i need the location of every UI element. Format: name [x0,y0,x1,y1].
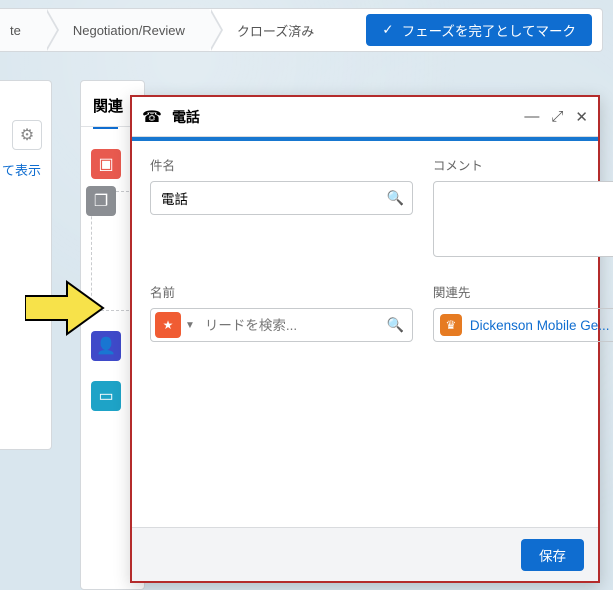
subject-field: 件名 🔍 [150,155,413,262]
name-input[interactable] [195,318,412,333]
modal-title: 電話 [172,107,200,127]
chevron-down-icon[interactable]: ▼ [185,320,195,331]
comment-label: コメント [433,159,483,173]
related-field: 関連先 ♛ Dickenson Mobile Ge... ✕ [433,282,613,342]
check-icon: ✓ [382,22,393,38]
name-label: 名前 [150,286,175,300]
name-input-wrap[interactable]: ★ ▼ 🔍 [150,308,413,342]
phase-stage-label: クローズ済み [237,21,314,40]
settings-button[interactable]: ⚙ [12,120,42,150]
subject-input-wrap[interactable]: 🔍 [150,181,413,215]
phase-stage-label: te [10,23,21,38]
bag-icon: ▣ [98,154,113,174]
modal-titlebar: ☎ 電話 — ⤢ ✕ [132,97,598,137]
lead-type-icon[interactable]: ★ [155,312,181,338]
comment-field: コメント [433,155,613,262]
copy-icon: ❐ [94,191,108,211]
mark-phase-complete-button[interactable]: ✓ フェーズを完了としてマーク [366,14,592,46]
calendar-icon: ▭ [98,386,113,406]
subject-label: 件名 [150,159,175,173]
phase-stage-label: Negotiation/Review [73,23,185,38]
close-button[interactable]: ✕ [575,108,588,126]
name-field: 名前 ★ ▼ 🔍 [150,282,413,342]
person-icon: 👤 [96,336,116,356]
expand-button[interactable]: ⤢ [551,108,563,126]
related-label: 関連先 [433,286,471,300]
task-tile[interactable]: ▣ [91,149,121,179]
phase-stage-quote[interactable]: te [0,9,45,51]
opportunity-icon: ♛ [440,314,462,336]
search-icon[interactable]: 🔍 [386,190,403,207]
phase-path-bar: te Negotiation/Review クローズ済み ✓ フェーズを完了とし… [0,8,603,52]
related-header-underline [93,127,118,129]
save-button[interactable]: 保存 [521,539,584,571]
crown-icon: ♛ [446,318,457,332]
copy-tile[interactable]: ❐ [86,186,116,216]
phase-stage-negotiation[interactable]: Negotiation/Review [45,9,209,51]
comment-textarea[interactable] [433,181,613,257]
phone-icon: ☎ [142,107,162,127]
call-log-modal: ☎ 電話 — ⤢ ✕ 件名 🔍 コメント 名前 ★ ▼ 🔍 [130,95,600,583]
related-chip[interactable]: ♛ Dickenson Mobile Ge... ✕ [433,308,613,342]
phase-stage-closed[interactable]: クローズ済み [209,9,338,51]
subject-input[interactable] [151,191,412,206]
minimize-button[interactable]: — [524,108,539,126]
event-tile[interactable]: ▭ [91,381,121,411]
modal-body: 件名 🔍 コメント 名前 ★ ▼ 🔍 関連先 ♛ Dickenson Mobi [132,141,598,356]
view-all-link[interactable]: て表示 [2,160,41,179]
star-icon: ★ [163,318,174,332]
gear-icon: ⚙ [20,125,34,145]
modal-footer: 保存 [132,527,598,581]
search-icon[interactable]: 🔍 [386,317,403,334]
callout-arrow [25,278,100,338]
mark-phase-complete-label: フェーズを完了としてマーク [402,20,576,40]
phase-stage-list: te Negotiation/Review クローズ済み [0,9,338,51]
related-chip-text: Dickenson Mobile Ge... [470,318,610,333]
